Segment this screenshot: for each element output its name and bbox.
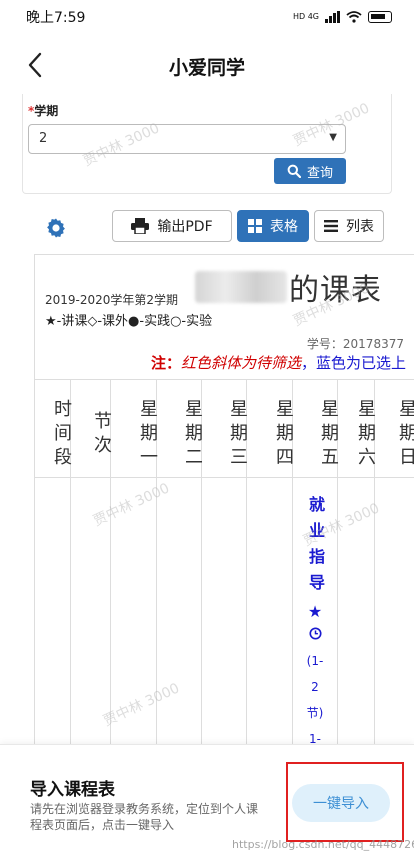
- course-name: 就业指导: [306, 496, 325, 600]
- header-cell-fri: 星期五: [293, 380, 339, 477]
- header-cell-time: 时间段: [35, 380, 72, 477]
- blurred-student-name: [195, 271, 287, 303]
- selection-note: 注：红色斜体为待筛选，蓝色为已选上: [150, 354, 406, 372]
- one-click-import-button[interactable]: 一键导入: [292, 784, 390, 822]
- schedule-table: 的课表 2019-2020学年第2学期 ★-讲课◇-课外●-实践○-实验 学号：…: [34, 254, 414, 744]
- term-label: *学期: [28, 104, 59, 118]
- import-title: 导入课程表: [30, 780, 115, 800]
- wifi-icon: [346, 11, 362, 23]
- timetable-grid: 时间段 节次 星期一 星期二 星期三 星期四 星期五 星期六 星期日 就业指导 …: [35, 379, 414, 744]
- list-view-button[interactable]: 列表: [314, 210, 384, 242]
- table-cell: [71, 478, 111, 744]
- query-label: 查询: [306, 165, 333, 181]
- header-cell-mon: 星期一: [111, 380, 158, 477]
- header-cell-sun: 星期日: [396, 398, 414, 471]
- table-cell: [111, 478, 157, 744]
- query-button[interactable]: 查询: [274, 158, 346, 184]
- header-cell-period: 节次: [71, 380, 112, 477]
- table-header-row: 时间段 节次 星期一 星期二 星期三 星期四 星期五 星期六 星期日: [35, 380, 414, 478]
- clock-icon: [308, 627, 322, 640]
- course-item[interactable]: 就业指导 ★ (1-2节)1-: [293, 496, 337, 744]
- battery-icon: [368, 11, 392, 23]
- header-cell-wed: 星期三: [202, 380, 248, 477]
- table-cell: [157, 478, 202, 744]
- content-area[interactable]: *学期 2 ▼ 查询 输出PDF 表格 列表 的课表 2019-2020学年第2…: [0, 94, 414, 744]
- table-cell: [202, 478, 247, 744]
- signal-icon: [325, 11, 340, 23]
- printer-icon: [131, 218, 150, 234]
- term-select[interactable]: 2 ▼: [28, 124, 346, 154]
- gear-icon[interactable]: [44, 216, 68, 240]
- course-weeks: (1-2节)1-: [306, 654, 324, 744]
- legend-text: ★-讲课◇-课外●-实践○-实验: [45, 314, 213, 329]
- grid-icon: [248, 219, 262, 233]
- term-text: 2019-2020学年第2学期: [45, 293, 179, 307]
- table-cell: [247, 478, 293, 744]
- search-icon: [287, 164, 301, 178]
- course-cell-fri[interactable]: 就业指导 ★ (1-2节)1-: [293, 478, 338, 744]
- header-cell-sat: 星期六: [338, 380, 376, 477]
- import-description: 请先在浏览器登录教务系统，定位到个人课程表页面后，点击一键导入: [30, 802, 259, 832]
- export-pdf-button[interactable]: 输出PDF: [112, 210, 232, 242]
- table-row: 就业指导 ★ (1-2节)1-: [35, 478, 414, 744]
- course-type-star-icon: ★: [307, 602, 323, 621]
- table-view-button[interactable]: 表格: [237, 210, 309, 242]
- watermark-url: https://blog.csdn.net/qq_44487263: [232, 838, 414, 851]
- nav-bar: 小爱同学: [0, 38, 414, 94]
- header-cell-tue: 星期二: [157, 380, 203, 477]
- student-id: 学号：20178377: [306, 337, 404, 351]
- status-bar: 晚上7:59 HD 4G: [0, 0, 414, 34]
- dropdown-caret-icon: ▼: [329, 132, 337, 143]
- table-cell: [35, 478, 71, 744]
- schedule-title: 的课表: [195, 265, 382, 309]
- status-time: 晚上7:59: [26, 10, 86, 26]
- header-cell-thu: 星期四: [247, 380, 294, 477]
- back-arrow-icon[interactable]: [22, 50, 52, 80]
- status-icons: HD 4G: [293, 11, 392, 23]
- table-cell: [375, 478, 414, 744]
- term-select-value: 2: [39, 131, 48, 146]
- list-icon: [324, 220, 338, 232]
- network-label: HD 4G: [292, 12, 319, 21]
- toolbar: 输出PDF 表格 列表: [0, 210, 414, 244]
- table-cell: [338, 478, 375, 744]
- page-title: 小爱同学: [168, 56, 245, 79]
